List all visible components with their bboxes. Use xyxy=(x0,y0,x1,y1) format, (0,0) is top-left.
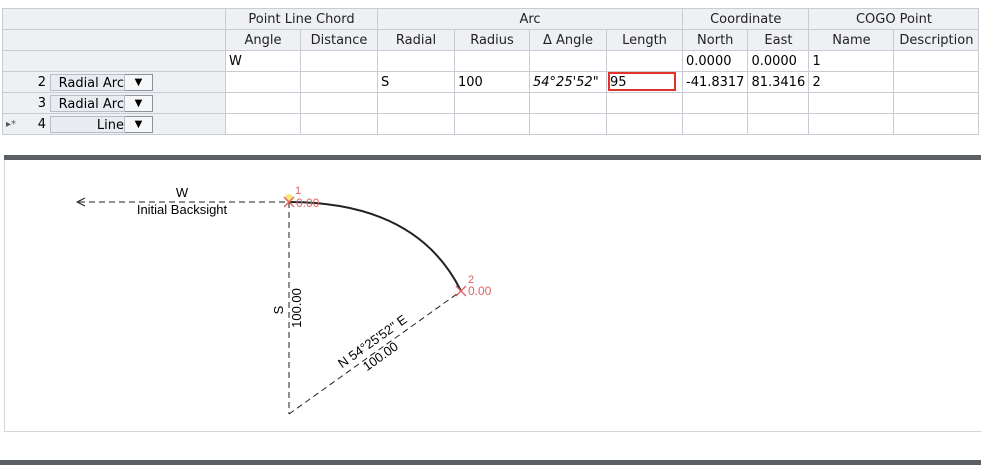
radial-distance-label: 100.00 xyxy=(289,288,304,328)
chevron-down-icon[interactable]: ▼ xyxy=(125,115,154,133)
angle-cell[interactable] xyxy=(225,71,301,93)
east-cell[interactable]: 81.3416 xyxy=(747,71,810,93)
radial-cell[interactable] xyxy=(377,92,455,114)
delta-angle-cell[interactable]: 54°25'52" xyxy=(529,71,607,93)
table-row: ▸* 4 Line ▼ xyxy=(2,113,980,135)
backsight-label: Initial Backsight xyxy=(137,202,228,217)
segment-type-select[interactable]: Radial Arc xyxy=(50,73,125,91)
column-header-row: Angle Distance Radial Radius Δ Angle Len… xyxy=(2,29,980,51)
cogo-entry-grid: Point Line Chord Arc Coordinate COGO Poi… xyxy=(2,8,980,135)
length-cell[interactable] xyxy=(606,92,683,114)
north-cell[interactable] xyxy=(681,113,749,135)
drawing-canvas[interactable]: W Initial Backsight 1 0.00 2 0.00 S 100.… xyxy=(4,160,981,432)
chevron-down-icon[interactable]: ▼ xyxy=(125,73,153,91)
row-index: 2 xyxy=(37,74,46,90)
group-header-row: Point Line Chord Arc Coordinate COGO Poi… xyxy=(2,8,980,30)
east-cell[interactable] xyxy=(747,113,810,135)
radial-cell[interactable] xyxy=(377,113,455,135)
name-cell[interactable] xyxy=(808,92,895,114)
distance-cell[interactable] xyxy=(300,92,378,114)
row-index: 3 xyxy=(37,95,46,111)
active-cell-highlight xyxy=(608,72,676,91)
point-1-elevation: 0.00 xyxy=(296,196,320,210)
description-cell[interactable] xyxy=(893,113,980,135)
delta-angle-cell[interactable] xyxy=(529,113,607,135)
cogo-preview: W Initial Backsight 1 0.00 2 0.00 S 100.… xyxy=(75,185,492,415)
radial-cell[interactable]: S xyxy=(377,71,455,93)
column-header-north[interactable]: North xyxy=(681,29,749,51)
row-header[interactable]: 2 Radial Arc ▼ xyxy=(2,71,226,93)
segment-type-select[interactable]: Line xyxy=(50,115,126,133)
column-header-east[interactable]: East xyxy=(747,29,810,51)
delta-angle-cell[interactable] xyxy=(529,92,607,114)
name-cell[interactable] xyxy=(808,113,895,135)
east-cell[interactable] xyxy=(747,92,810,114)
name-cell[interactable]: 2 xyxy=(808,71,895,93)
column-header-description[interactable]: Description xyxy=(893,29,980,51)
east-cell[interactable]: 0.0000 xyxy=(747,50,810,72)
column-header-radial[interactable]: Radial xyxy=(377,29,455,51)
table-row: W 0.0000 0.0000 1 xyxy=(2,50,980,72)
column-header-distance[interactable]: Distance xyxy=(300,29,378,51)
angle-cell[interactable]: W xyxy=(225,50,301,72)
length-cell[interactable]: 95 xyxy=(606,71,683,93)
corner-cell xyxy=(2,29,226,51)
group-header-point-line-chord: Point Line Chord xyxy=(225,8,378,30)
row-index: 4 xyxy=(37,116,47,132)
distance-cell[interactable] xyxy=(300,71,378,93)
radial-cell[interactable] xyxy=(377,50,455,72)
distance-cell[interactable] xyxy=(300,113,378,135)
backsight-direction: W xyxy=(176,185,189,200)
row-header[interactable]: 3 Radial Arc ▼ xyxy=(2,92,226,114)
column-header-angle[interactable]: Angle xyxy=(225,29,301,51)
description-cell[interactable] xyxy=(893,71,980,93)
description-cell[interactable] xyxy=(893,50,980,72)
segment-type-select[interactable]: Radial Arc xyxy=(50,94,125,112)
angle-cell[interactable] xyxy=(225,113,301,135)
table-row: 2 Radial Arc ▼ S 100 54°25'52" 95 -41.8317… xyxy=(2,71,980,93)
distance-cell[interactable] xyxy=(300,50,378,72)
radius-cell[interactable] xyxy=(454,50,530,72)
row-header[interactable]: ▸* 4 Line ▼ xyxy=(2,113,226,135)
group-header-coordinate: Coordinate xyxy=(681,8,810,30)
column-header-delta-angle[interactable]: Δ Angle xyxy=(529,29,607,51)
angle-cell[interactable] xyxy=(225,92,301,114)
name-cell[interactable]: 1 xyxy=(808,50,895,72)
column-header-name[interactable]: Name xyxy=(808,29,895,51)
radius-cell[interactable] xyxy=(454,113,530,135)
north-cell[interactable]: -41.8317 xyxy=(681,71,749,93)
north-cell[interactable] xyxy=(681,92,749,114)
delta-angle-cell[interactable] xyxy=(529,50,607,72)
point-glyph-icon xyxy=(285,194,293,202)
group-header-cogo-point: COGO Point xyxy=(808,8,980,30)
point-2-elevation: 0.00 xyxy=(468,284,492,298)
table-row: 3 Radial Arc ▼ xyxy=(2,92,980,114)
radius-cell[interactable]: 100 xyxy=(454,71,530,93)
column-header-radius[interactable]: Radius xyxy=(454,29,530,51)
description-cell[interactable] xyxy=(893,92,980,114)
length-cell[interactable] xyxy=(606,113,683,135)
new-row-marker-icon: ▸* xyxy=(6,118,17,130)
arc-segment xyxy=(288,201,462,292)
row-header[interactable] xyxy=(2,50,226,72)
chevron-down-icon[interactable]: ▼ xyxy=(125,94,153,112)
radial-bearing-label: S xyxy=(271,305,286,314)
corner-cell xyxy=(2,8,226,30)
radius-cell[interactable] xyxy=(454,92,530,114)
group-header-arc: Arc xyxy=(377,8,683,30)
length-cell[interactable] xyxy=(606,50,683,72)
north-cell[interactable]: 0.0000 xyxy=(681,50,749,72)
bottom-panel-edge xyxy=(0,460,981,465)
column-header-length[interactable]: Length xyxy=(606,29,683,51)
